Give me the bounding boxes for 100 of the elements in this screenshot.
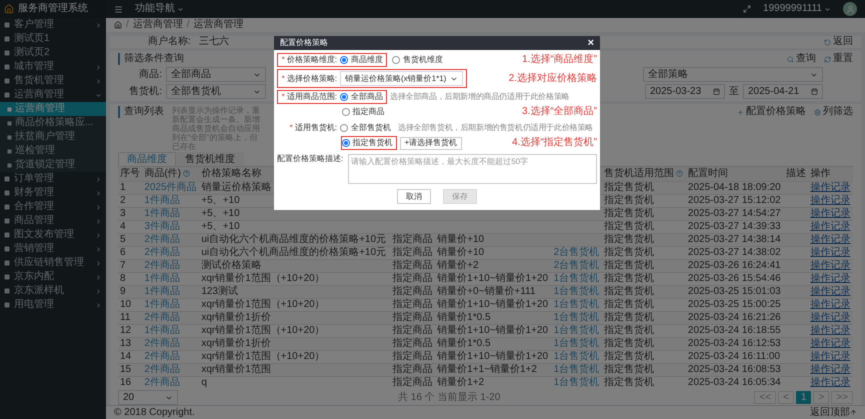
- sidebar-item[interactable]: 售货机管理: [0, 74, 106, 88]
- sidebar-item[interactable]: 用电管理: [0, 298, 106, 312]
- sidebar-item[interactable]: 合作管理: [0, 200, 106, 214]
- action-link[interactable]: 操作记录: [810, 234, 850, 244]
- back-button[interactable]: 返回: [824, 36, 853, 48]
- date-field[interactable]: 2025-04-21: [743, 84, 823, 99]
- configure-button[interactable]: 配置价格策略: [737, 106, 806, 118]
- strategy-select[interactable]: 销量运价格策略(x销量价1*1): [340, 71, 464, 86]
- count-link[interactable]: 2台售货机: [554, 260, 600, 270]
- sidebar-item[interactable]: 客户管理: [0, 18, 106, 32]
- count-link[interactable]: 2件商品: [144, 312, 180, 322]
- page-button[interactable]: >>: [831, 391, 853, 404]
- action-link[interactable]: 操作记录: [810, 208, 850, 218]
- description-field[interactable]: 请输入配置价格策略描述，最大长度不能超过50字: [348, 154, 597, 184]
- radio-option[interactable]: 全部商品: [340, 92, 383, 102]
- radio-option[interactable]: 指定商品: [342, 107, 384, 117]
- avatar[interactable]: [843, 2, 857, 16]
- page-button[interactable]: 1: [796, 391, 812, 404]
- sidebar-item[interactable]: 城市管理: [0, 60, 106, 74]
- sidebar-item[interactable]: 京东派样机: [0, 284, 106, 298]
- action-link[interactable]: 操作记录: [810, 286, 850, 296]
- count-link[interactable]: 1台售货机: [554, 324, 600, 336]
- action-link[interactable]: 操作记录: [810, 220, 850, 232]
- search-button[interactable]: 查询: [787, 53, 816, 65]
- count-link[interactable]: 1台售货机: [554, 376, 600, 388]
- sidebar-item[interactable]: 京东内配: [0, 270, 106, 284]
- count-link[interactable]: 1件商品: [144, 324, 180, 336]
- nav-menu[interactable]: 功能导航: [135, 3, 184, 15]
- sidebar-item[interactable]: 营销管理: [0, 242, 106, 256]
- count-link[interactable]: 1台售货机: [554, 272, 600, 284]
- radio-option[interactable]: 全部售货机: [340, 123, 391, 133]
- count-link[interactable]: 1台售货机: [554, 298, 600, 310]
- count-link[interactable]: 1台售货机: [554, 338, 600, 348]
- tab[interactable]: 商品维度: [118, 152, 176, 166]
- radio-option[interactable]: 指定售货机: [342, 138, 392, 148]
- action-link[interactable]: 操作记录: [810, 312, 850, 322]
- submenu-item[interactable]: 货道锁定管理: [0, 158, 106, 172]
- date-field[interactable]: 2025-03-23: [645, 84, 725, 99]
- sidebar-item[interactable]: 订单管理: [0, 172, 106, 186]
- action-link[interactable]: 操作记录: [810, 350, 850, 362]
- action-link[interactable]: 操作记录: [810, 324, 850, 336]
- count-link[interactable]: 1台售货机: [554, 350, 600, 362]
- submenu-item[interactable]: 商品价格策略应...: [0, 116, 106, 130]
- count-link[interactable]: 2件商品: [144, 350, 180, 362]
- count-link[interactable]: 2件商品: [144, 234, 180, 244]
- count-link[interactable]: 1件商品: [144, 272, 180, 284]
- machine-select[interactable]: 全部售货机: [166, 84, 266, 99]
- count-link[interactable]: 3件商品: [144, 220, 180, 232]
- action-link[interactable]: 操作记录: [810, 182, 850, 192]
- radio-option[interactable]: 售货机维度: [392, 55, 443, 65]
- count-link[interactable]: 2件商品: [144, 246, 180, 258]
- page-button[interactable]: <<: [754, 391, 776, 404]
- count-link[interactable]: 2件商品: [144, 364, 180, 374]
- count-link[interactable]: 2件商品: [144, 338, 180, 348]
- tab[interactable]: 售货机维度: [176, 152, 244, 166]
- action-link[interactable]: 操作记录: [810, 272, 850, 284]
- count-link[interactable]: 2件商品: [144, 376, 180, 388]
- action-link[interactable]: 操作记录: [810, 298, 850, 310]
- page-button[interactable]: <: [778, 391, 794, 404]
- user-menu[interactable]: 19999991111: [763, 3, 831, 15]
- count-link[interactable]: 1件商品: [144, 286, 180, 296]
- count-link[interactable]: 2台售货机: [554, 246, 600, 258]
- sidebar-item[interactable]: 测试页1: [0, 32, 106, 46]
- count-link[interactable]: 1件商品: [144, 208, 180, 218]
- page-size-select[interactable]: 20: [118, 390, 178, 405]
- submenu-item[interactable]: 运营商管理: [0, 102, 106, 116]
- count-link[interactable]: 2025件商品: [144, 182, 197, 192]
- home-icon[interactable]: [114, 21, 122, 29]
- count-link[interactable]: 2件商品: [144, 260, 180, 270]
- action-link[interactable]: 操作记录: [810, 194, 850, 206]
- action-link[interactable]: 操作记录: [810, 260, 850, 270]
- sidebar-item[interactable]: 运营商管理: [0, 88, 106, 102]
- action-link[interactable]: 操作记录: [810, 246, 850, 258]
- radio-option[interactable]: 商品维度: [340, 55, 383, 65]
- close-button[interactable]: ×: [588, 38, 594, 48]
- sidebar-item[interactable]: 测试页2: [0, 46, 106, 60]
- count-link[interactable]: 1件商品: [144, 298, 180, 310]
- pick-machine-button[interactable]: +请选择售货机: [400, 136, 462, 150]
- sidebar-item[interactable]: 供应链销售管理: [0, 256, 106, 270]
- breadcrumb-link[interactable]: 运营商管理: [132, 19, 183, 31]
- goods-select[interactable]: 全部商品: [166, 67, 266, 82]
- count-link[interactable]: 1台售货机: [554, 312, 600, 322]
- breadcrumb-link[interactable]: 运营商管理: [194, 19, 244, 31]
- column-filter-button[interactable]: 列筛选: [814, 106, 853, 118]
- sidebar-item[interactable]: 图文发布管理: [0, 228, 106, 242]
- count-link[interactable]: 1台售货机: [554, 286, 600, 296]
- page-button[interactable]: >: [813, 391, 830, 404]
- cancel-button[interactable]: 取消: [397, 189, 431, 204]
- count-link[interactable]: 1件商品: [144, 194, 180, 206]
- back-to-top-link[interactable]: 返回顶部: [810, 406, 857, 418]
- submenu-item[interactable]: 扶贫商户管理: [0, 130, 106, 144]
- submenu-item[interactable]: 巡检管理: [0, 144, 106, 158]
- count-link[interactable]: 1台售货机: [554, 364, 600, 374]
- action-link[interactable]: 操作记录: [810, 338, 850, 348]
- action-link[interactable]: 操作记录: [810, 364, 850, 374]
- reset-button[interactable]: 重置: [824, 53, 853, 65]
- action-link[interactable]: 操作记录: [810, 376, 850, 388]
- sidebar-item[interactable]: 财务管理: [0, 186, 106, 200]
- sidebar-item[interactable]: 商品管理: [0, 214, 106, 228]
- strategy-filter-select[interactable]: 全部策略: [643, 67, 823, 82]
